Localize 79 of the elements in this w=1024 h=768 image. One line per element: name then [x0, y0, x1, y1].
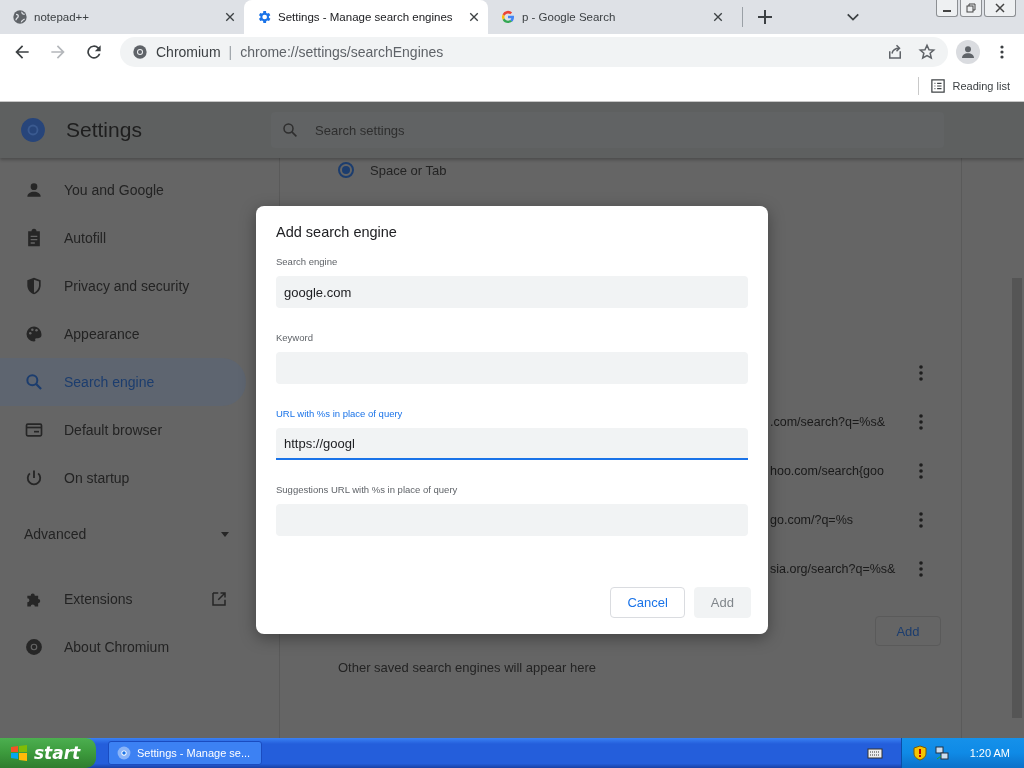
empty-list-note: Other saved search engines will appear here — [338, 660, 597, 675]
external-link-icon — [210, 590, 228, 608]
input-field[interactable]: https://googl — [276, 428, 748, 460]
sidebar-item[interactable]: On startup — [0, 454, 246, 502]
power-icon — [24, 468, 44, 488]
gear-icon — [256, 9, 272, 25]
close-icon — [712, 11, 724, 23]
more-actions-icon — [919, 560, 923, 577]
nav-arrow-icon — [84, 42, 104, 62]
chromium-logo-icon — [132, 44, 148, 60]
url-text: chrome://settings/searchEngines — [240, 44, 444, 60]
network-icon — [933, 745, 950, 761]
address-bar[interactable]: Chromium | chrome://settings/searchEngines — [120, 37, 948, 67]
list-icon — [930, 78, 945, 93]
search-url-text: hoo.com/search{goo — [770, 463, 884, 478]
field-label: URL with %s in place of query — [276, 407, 404, 421]
settings-title: Settings — [66, 118, 143, 142]
window-close-button[interactable] — [984, 0, 1016, 17]
reading-list-button[interactable]: Reading list — [917, 76, 1010, 95]
profile-avatar[interactable] — [956, 40, 980, 64]
globe-icon — [12, 9, 28, 25]
field-label: Suggestions URL with %s in place of query — [276, 483, 459, 497]
more-actions-icon — [919, 364, 923, 381]
chromium-logo-icon — [24, 637, 44, 657]
field-label: Keyword — [276, 331, 314, 345]
more-actions-icon — [919, 462, 923, 479]
chromium-logo-icon — [117, 746, 131, 760]
minimize-icon — [943, 10, 951, 12]
sidebar-item[interactable]: Search engine — [0, 358, 246, 406]
clock: 1:20 AM — [969, 747, 1010, 759]
search-url-text: go.com/?q=%s — [770, 512, 854, 527]
more-actions-icon — [919, 511, 923, 528]
cancel-button[interactable]: Cancel — [610, 587, 685, 618]
browser-tab[interactable]: p - Google Search — [488, 0, 732, 34]
radio-button[interactable] — [338, 162, 354, 178]
search-url-text: sia.org/search?q=%s& — [770, 561, 896, 576]
start-button[interactable]: start — [0, 738, 96, 768]
windows-flag-icon — [10, 744, 28, 762]
shield-icon — [24, 276, 44, 296]
advanced-section-toggle[interactable]: Advanced — [0, 518, 246, 550]
site-name: Chromium — [156, 44, 221, 60]
browser-tab[interactable]: notepad++ — [0, 0, 244, 34]
minimize-button[interactable] — [936, 0, 958, 17]
sidebar-item[interactable]: You and Google — [0, 166, 246, 214]
search-icon — [281, 121, 299, 139]
google-g-icon — [500, 9, 516, 25]
shield-icon — [911, 745, 928, 761]
chromium-logo-icon — [20, 117, 46, 143]
taskbar-button[interactable]: Settings - Manage se... — [108, 741, 262, 765]
close-icon — [468, 11, 480, 23]
caret-icon — [220, 529, 230, 539]
more-actions-icon — [919, 413, 923, 430]
new-tab-plus-icon — [757, 9, 773, 25]
input-field[interactable]: google.com — [276, 276, 748, 308]
search-icon — [24, 372, 44, 392]
sidebar-item[interactable]: Privacy and security — [0, 262, 246, 310]
palette-icon — [24, 324, 44, 344]
person-icon — [24, 180, 44, 200]
add-button[interactable]: Add — [875, 616, 941, 646]
close-icon — [224, 11, 236, 23]
separator-glyph: | — [228, 44, 233, 60]
browser-window-icon — [24, 420, 44, 440]
star-icon — [918, 43, 936, 61]
sidebar-item[interactable]: About Chromium — [0, 623, 246, 671]
search-url-text: .com/search?q=%s& — [770, 414, 885, 429]
person-icon — [960, 44, 976, 60]
dialog-title: Add search engine — [276, 223, 398, 242]
share-icon — [886, 43, 904, 61]
restore-button[interactable] — [960, 0, 982, 17]
field-label: Search engine — [276, 255, 339, 269]
browser-tab[interactable]: Settings - Manage search engines — [244, 0, 488, 34]
sidebar-item[interactable]: Autofill — [0, 214, 246, 262]
keyboard-icon — [866, 745, 883, 761]
restore-icon — [966, 3, 976, 13]
sidebar-item[interactable]: Extensions — [0, 575, 246, 623]
sidebar-item[interactable]: Default browser — [0, 406, 246, 454]
close-icon — [995, 3, 1005, 13]
sidebar-item[interactable]: Appearance — [0, 310, 246, 358]
radio-label: Space or Tab — [370, 162, 447, 178]
